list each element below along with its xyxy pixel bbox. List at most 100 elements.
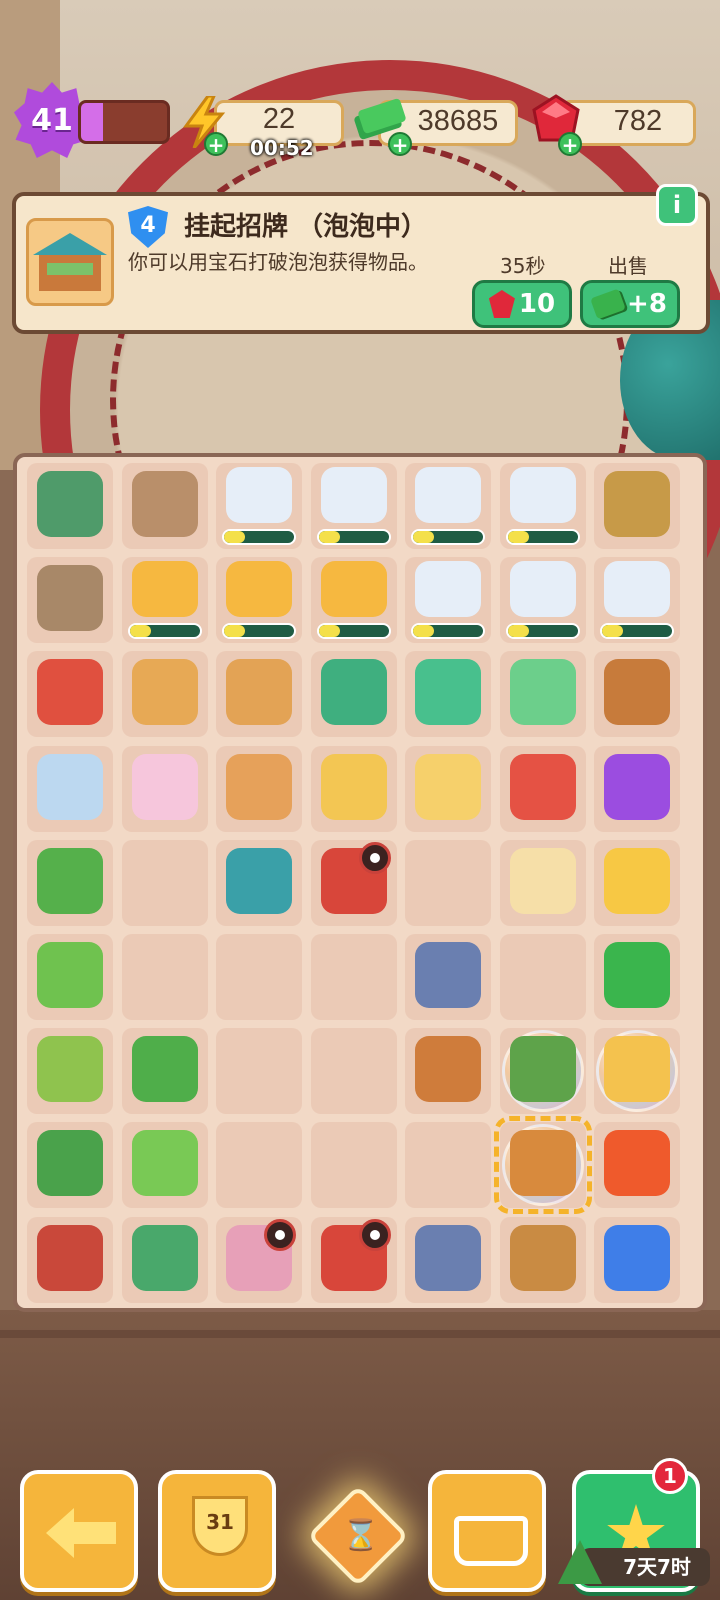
board-cell[interactable] [499,463,586,549]
board-cell[interactable] [216,745,302,832]
board-cell[interactable] [310,1216,397,1303]
board-cell[interactable] [405,1122,491,1209]
info-button[interactable]: i [656,184,698,226]
board-cell[interactable] [121,1028,208,1115]
board-cell[interactable] [594,839,680,926]
pop-bubble-button[interactable]: 10 [472,280,572,328]
cash-plus-button[interactable]: + [388,132,412,156]
board-cell[interactable] [499,651,586,738]
board-cell[interactable] [594,1122,680,1209]
gem-plus-button[interactable]: + [558,132,582,156]
board-cell[interactable] [216,463,302,549]
board-cell[interactable] [310,463,397,549]
worker-yellow-hat-icon [320,561,387,618]
board-cell[interactable] [27,651,113,738]
board-cell[interactable] [405,745,491,832]
ink-brush-icon [415,467,481,523]
fabric-yellow-blue-icon [320,753,387,820]
notification-badge: 1 [652,1458,688,1494]
wood-logs-icon [509,1224,576,1291]
board-cell[interactable] [405,463,491,549]
board-cell[interactable] [121,934,208,1020]
hot-spring-mountain-icon [37,565,103,632]
board-cell[interactable] [216,1216,302,1303]
board-cell[interactable] [594,1028,680,1115]
merge-board [13,453,707,1312]
board-cell[interactable] [27,557,113,644]
sell-value: +8 [627,289,667,319]
board-cell[interactable] [499,1028,586,1115]
zongzi-gift-box-icon [37,471,103,537]
board-cell[interactable] [27,745,113,832]
moon-bubble-icon [604,1036,670,1103]
basket-button[interactable] [428,1470,546,1592]
board-cell[interactable] [216,651,302,738]
board-cell[interactable] [310,934,397,1020]
lock-icon [264,1218,296,1251]
board-cell[interactable] [405,1028,491,1115]
board-cell[interactable] [499,934,586,1020]
board-cell[interactable] [310,839,397,926]
arrow-left-icon [46,1508,116,1558]
board-cell[interactable] [27,463,113,549]
board-cell[interactable] [493,1116,592,1215]
board-cell[interactable] [216,839,302,926]
purple-star-icon [604,753,670,820]
energy-orb-icon [604,1130,670,1197]
board-cell[interactable] [121,463,208,549]
board-cell[interactable] [594,463,680,549]
board-cell[interactable] [121,651,208,738]
board-cell[interactable] [121,1122,208,1209]
board-cell[interactable] [405,839,491,926]
board-cell[interactable] [594,934,680,1020]
tofu-slice-icon [509,847,576,914]
gem-value: 782 [613,105,663,137]
board-cell[interactable] [216,1028,302,1115]
board-cell[interactable] [216,934,302,1020]
board-cell[interactable] [594,651,680,738]
energy-plus-button[interactable]: + [204,132,228,156]
zongzi-bag-icon [320,659,387,726]
board-cell[interactable] [499,1216,586,1303]
item-info-panel: 4 挂起招牌 （泡泡中） 你可以用宝石打破泡泡获得物品。 i 35秒 出售 10… [12,184,710,334]
board-cell[interactable] [216,1122,302,1209]
item-level-shield-icon: 4 [128,206,168,248]
zongzi-bundle-icon [509,659,576,726]
board-cell[interactable] [594,557,680,644]
board-cell[interactable] [121,745,208,832]
trophy-count: 31 [206,1510,234,1534]
board-cell[interactable] [310,1028,397,1115]
board-cell[interactable] [499,745,586,832]
chinese-shop-icon [415,942,481,1008]
landscape-card-icon [131,1224,198,1291]
hourglass-gem-icon [604,1224,670,1291]
board-cell[interactable] [499,557,586,644]
board-cell[interactable] [216,557,302,644]
board-cell[interactable] [594,1216,680,1303]
board-cell[interactable] [310,745,397,832]
sell-button[interactable]: +8 [580,280,680,328]
back-button[interactable] [20,1470,138,1592]
board-cell[interactable] [310,1122,397,1209]
fabric-red-icon [509,753,576,820]
rice-plant-icon [37,1036,103,1103]
board-cell[interactable] [405,651,491,738]
board-cell[interactable] [121,557,208,644]
board-cell[interactable] [27,839,113,926]
board-cell[interactable] [310,557,397,644]
wooden-box-icon [415,1036,481,1103]
board-cell[interactable] [121,1216,208,1303]
board-cell[interactable] [27,1216,113,1303]
board-cell[interactable] [310,651,397,738]
board-cell[interactable] [121,839,208,926]
board-cell[interactable] [27,1122,113,1209]
board-cell[interactable] [27,934,113,1020]
board-cell[interactable] [594,745,680,832]
trophy-button[interactable]: 31 [158,1470,276,1592]
board-cell[interactable] [405,1216,491,1303]
board-cell[interactable] [405,934,491,1020]
item-progress-bar [222,529,296,545]
board-cell[interactable] [405,557,491,644]
board-cell[interactable] [499,839,586,926]
board-cell[interactable] [27,1028,113,1115]
